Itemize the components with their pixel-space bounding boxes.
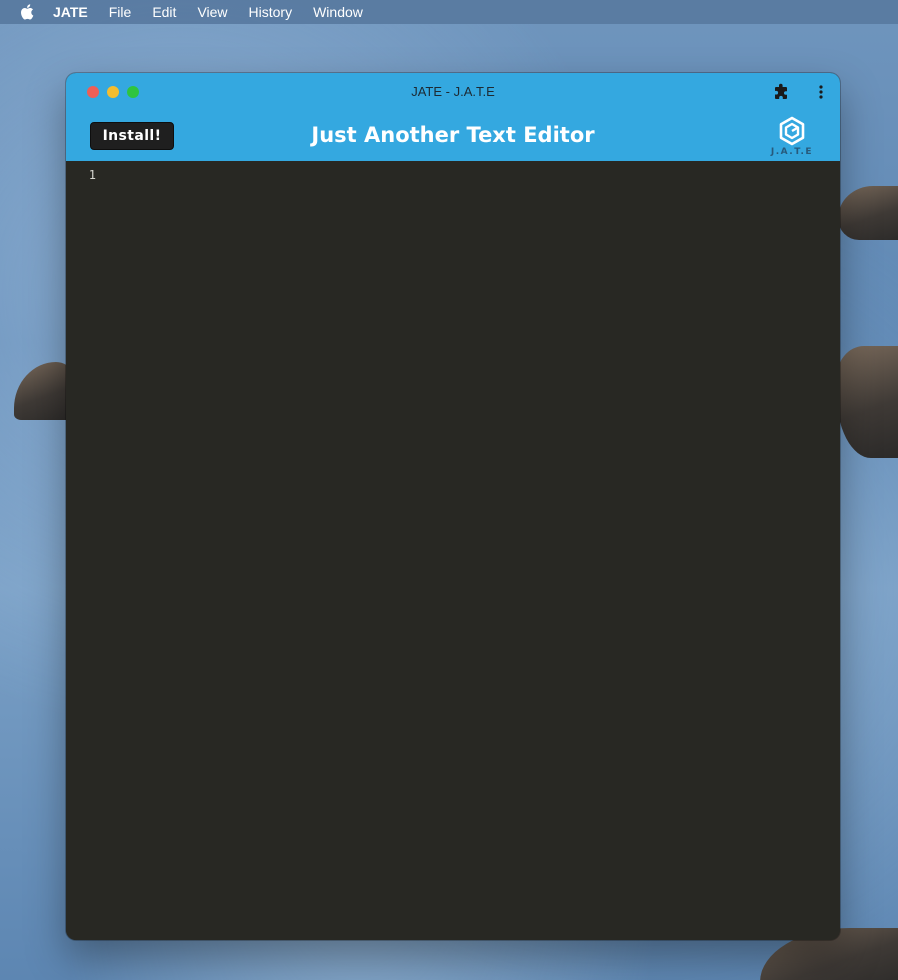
kebab-menu-icon[interactable] (814, 83, 828, 101)
menu-app-name[interactable]: JATE (53, 4, 88, 20)
menu-view[interactable]: View (197, 4, 227, 20)
code-editor[interactable]: 1 (66, 161, 840, 940)
apple-icon[interactable] (19, 4, 35, 20)
jate-logo-icon (770, 116, 814, 146)
window-title: JATE - J.A.T.E (411, 84, 495, 99)
editor-text-area[interactable] (96, 161, 840, 940)
puzzle-icon[interactable] (772, 83, 790, 101)
jate-logo: J.A.T.E (770, 116, 814, 160)
logo-text: J.A.T.E (770, 147, 814, 157)
page-title: Just Another Text Editor (311, 123, 595, 147)
background-rock (836, 346, 898, 458)
menu-window[interactable]: Window (313, 4, 363, 20)
menu-file[interactable]: File (109, 4, 132, 20)
menu-bar: JATE File Edit View History Window (0, 0, 898, 24)
menu-history[interactable]: History (249, 4, 293, 20)
menu-edit[interactable]: Edit (152, 4, 176, 20)
app-window: JATE - J.A.T.E Install! Just Another Tex… (66, 73, 840, 940)
window-titlebar[interactable]: JATE - J.A.T.E (66, 73, 840, 110)
background-rock (838, 186, 898, 240)
app-header: Install! Just Another Text Editor J.A.T.… (66, 110, 840, 161)
line-number-gutter: 1 (66, 161, 96, 940)
line-number: 1 (88, 168, 96, 182)
